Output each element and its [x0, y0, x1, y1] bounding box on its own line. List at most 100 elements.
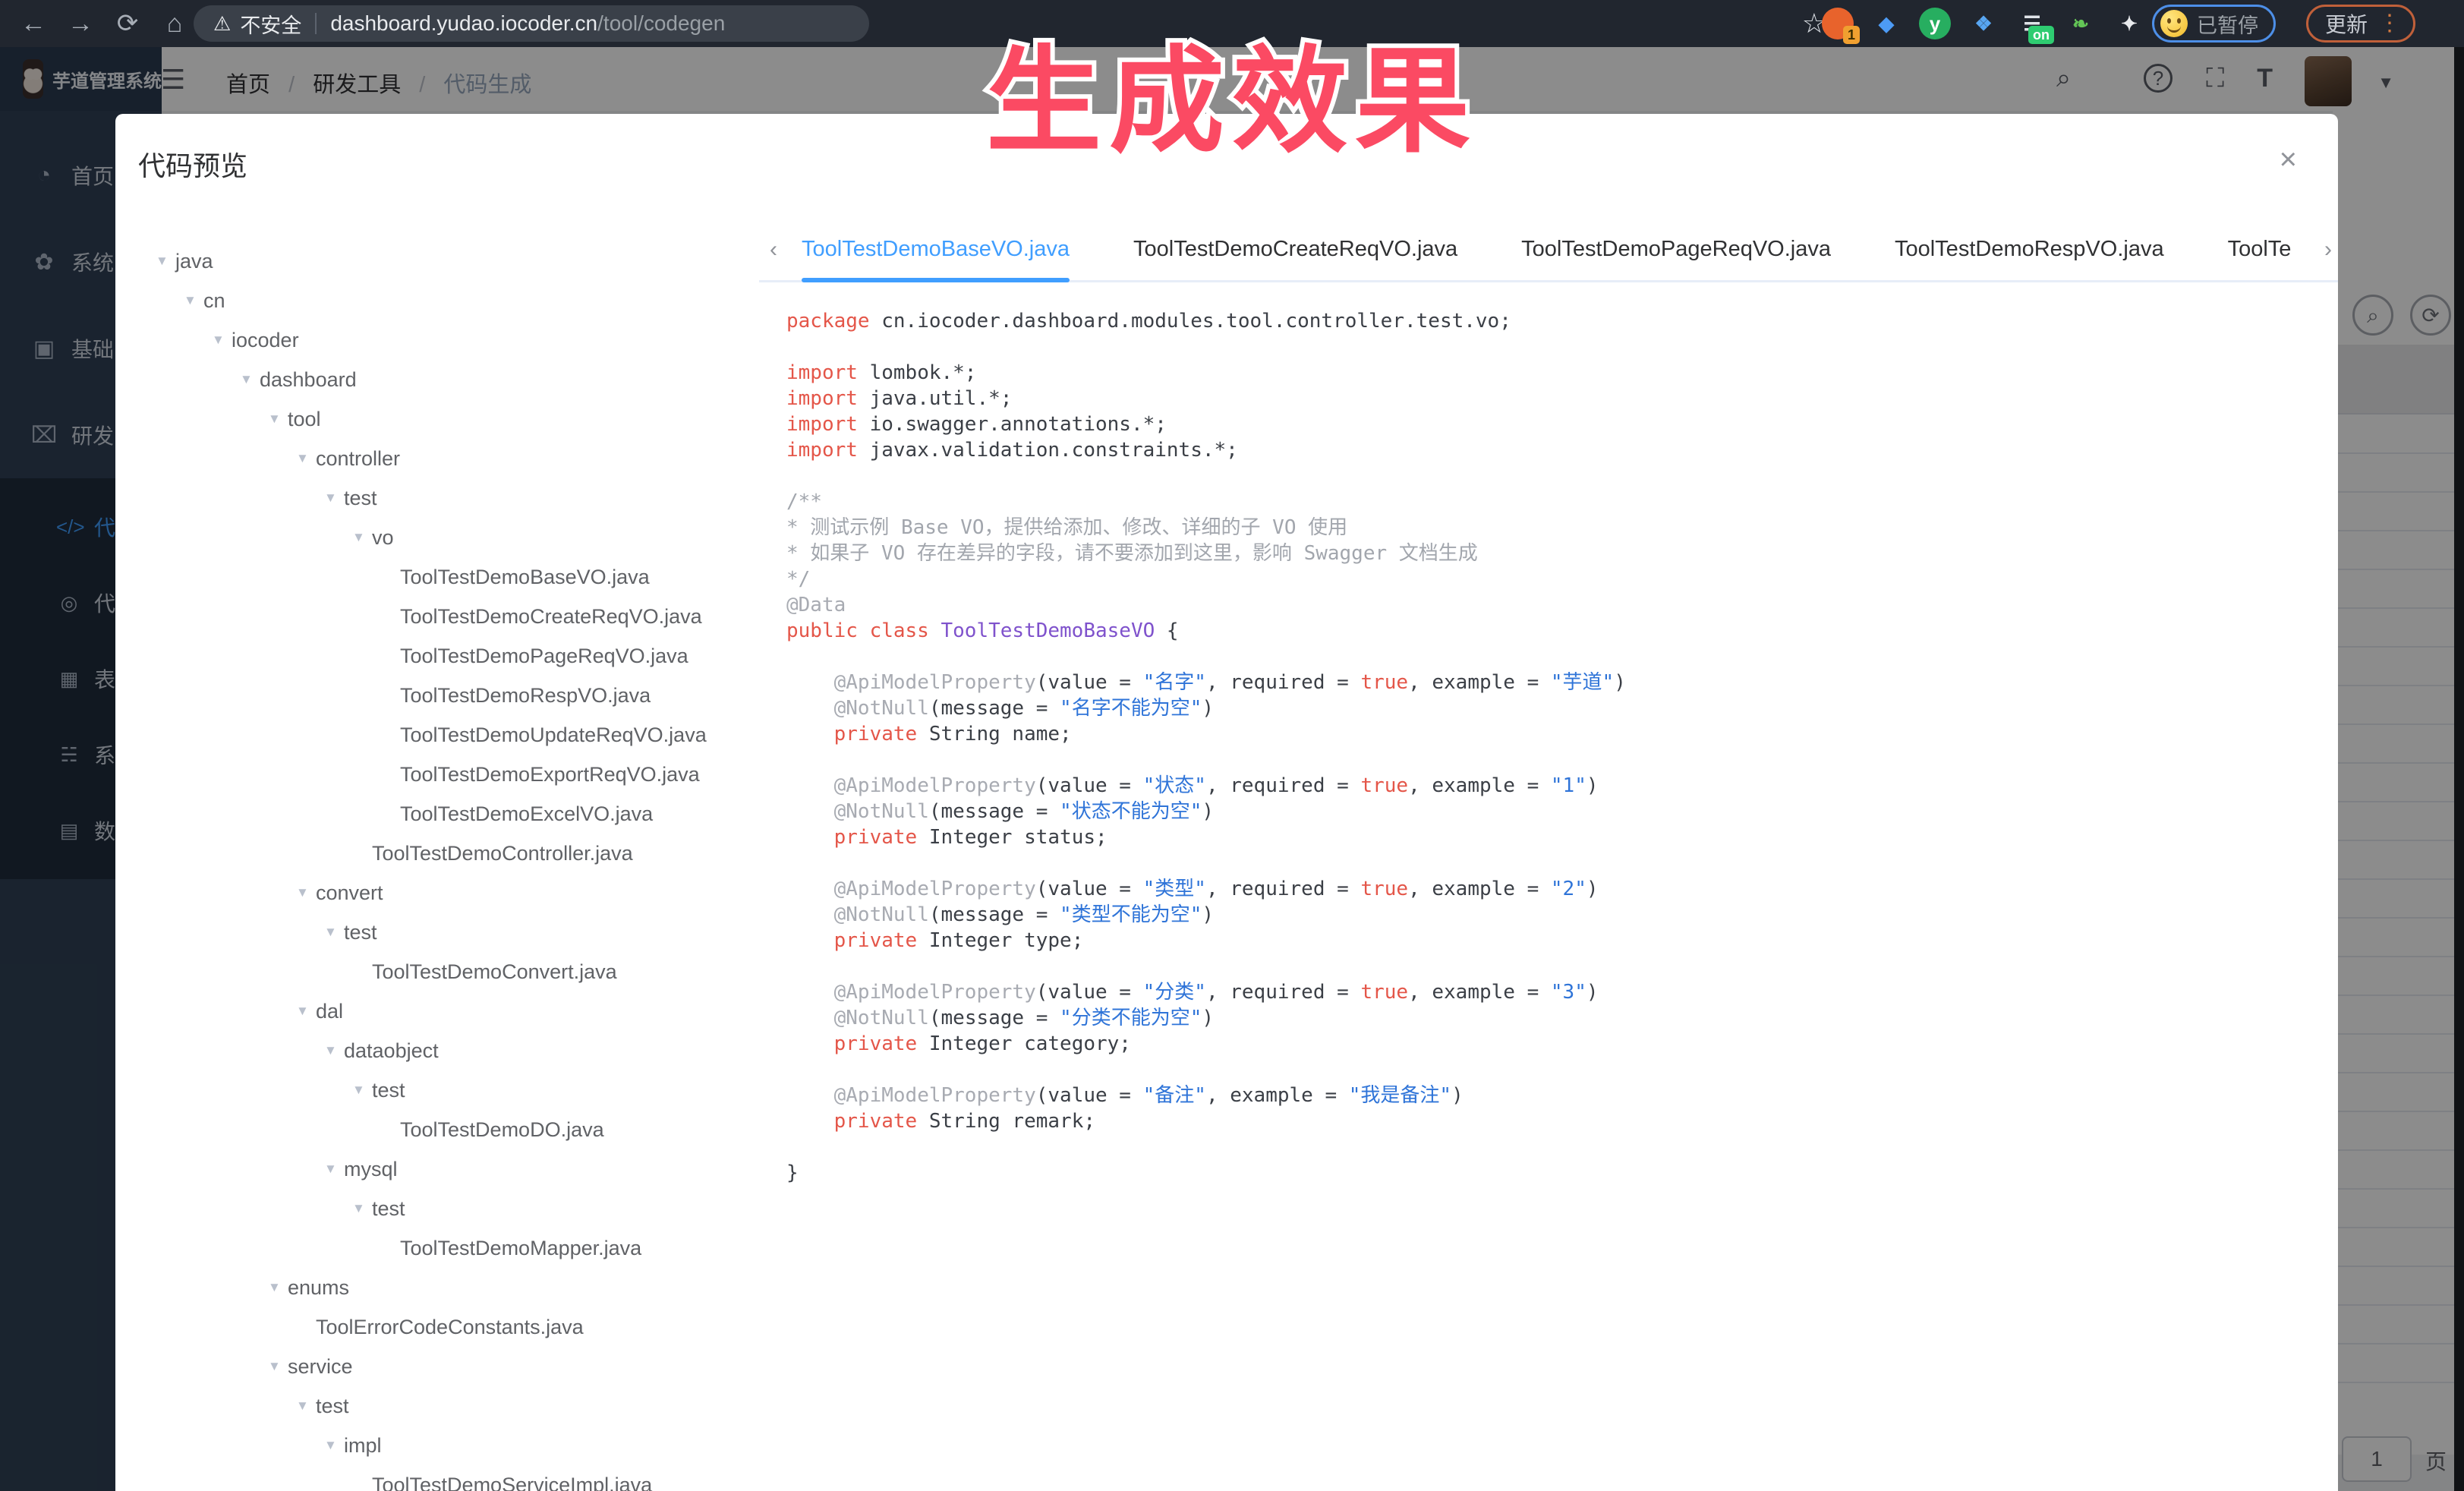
code-line: private String remark; [786, 1108, 2305, 1134]
tabs-scroll-left-icon[interactable]: ‹ [770, 237, 777, 263]
caret-down-icon[interactable]: ▼ [324, 1043, 344, 1058]
tree-folder[interactable]: ▼dataobject [115, 1031, 759, 1070]
tab-file-1[interactable]: ToolTestDemoCreateReqVO.java [1133, 219, 1457, 282]
caret-down-icon[interactable]: ▼ [324, 925, 344, 940]
tree-folder[interactable]: ▼service [115, 1347, 759, 1386]
caret-down-icon[interactable]: ▼ [352, 530, 372, 545]
diamond-grid-extension-icon[interactable]: ❖ [1968, 8, 1999, 39]
tree-file[interactable]: ToolTestDemoExportReqVO.java [115, 755, 759, 794]
tree-label: vo [372, 526, 394, 550]
tab-file-0[interactable]: ToolTestDemoBaseVO.java [802, 219, 1070, 282]
caret-down-icon[interactable]: ▼ [240, 372, 260, 387]
tree-folder[interactable]: ▼cn [115, 281, 759, 320]
reload-icon[interactable]: ⟳ [111, 8, 144, 39]
menu-dots-icon[interactable]: ⋮ [2378, 16, 2401, 31]
tree-folder[interactable]: ▼test [115, 478, 759, 518]
caret-down-icon[interactable]: ▼ [268, 1280, 288, 1295]
security-chip[interactable]: 不安全 [240, 9, 301, 39]
tree-file[interactable]: ToolTestDemoServiceImpl.java [115, 1465, 759, 1491]
close-icon[interactable]: × [2280, 143, 2297, 177]
home-icon[interactable]: ⌂ [158, 8, 191, 39]
tree-file[interactable]: ToolTestDemoPageReqVO.java [115, 636, 759, 676]
code-line: private Integer category; [786, 1031, 2305, 1057]
caret-down-icon[interactable]: ▼ [296, 885, 316, 900]
tree-folder[interactable]: ▼test [115, 913, 759, 952]
tree-file[interactable]: ToolTestDemoExcelVO.java [115, 794, 759, 834]
tree-folder[interactable]: ▼iocoder [115, 320, 759, 360]
tree-folder[interactable]: ▼tool [115, 399, 759, 439]
tab-file-3[interactable]: ToolTestDemoRespVO.java [1895, 219, 2164, 282]
paused-label: 已暂停 [2197, 9, 2258, 39]
code-block[interactable]: package cn.iocoder.dashboard.modules.too… [786, 308, 2305, 1186]
tree-file[interactable]: ToolTestDemoCreateReqVO.java [115, 597, 759, 636]
caret-down-icon[interactable]: ▼ [352, 1201, 372, 1216]
caret-down-icon[interactable]: ▼ [324, 1162, 344, 1177]
code-line: @NotNull(message = "类型不能为空") [786, 902, 2305, 928]
caret-down-icon[interactable]: ▼ [296, 1398, 316, 1414]
tree-file[interactable]: ToolTestDemoBaseVO.java [115, 557, 759, 597]
tree-folder[interactable]: ▼test [115, 1070, 759, 1110]
url-host: dashboard.yudao.iocoder.cn [330, 11, 597, 36]
tree-label: impl [344, 1434, 382, 1458]
tree-folder[interactable]: ▼test [115, 1189, 759, 1228]
tab-file-4[interactable]: ToolTe [2228, 219, 2292, 282]
tree-folder[interactable]: ▼enums [115, 1268, 759, 1307]
tree-folder[interactable]: ▼mysql [115, 1149, 759, 1189]
modal-title: 代码预览 [138, 144, 247, 184]
caret-down-icon[interactable]: ▼ [296, 451, 316, 466]
tab-file-2[interactable]: ToolTestDemoPageReqVO.java [1521, 219, 1831, 282]
extension-badge: on [2028, 26, 2054, 44]
tree-folder[interactable]: ▼impl [115, 1426, 759, 1465]
file-tabs-bar: ‹ › ToolTestDemoBaseVO.java ToolTestDemoC… [759, 219, 2338, 282]
forward-icon[interactable]: → [64, 8, 97, 39]
tree-file[interactable]: ToolErrorCodeConstants.java [115, 1307, 759, 1347]
caret-down-icon[interactable]: ▼ [296, 1004, 316, 1019]
tree-folder[interactable]: ▼dal [115, 991, 759, 1031]
tree-file[interactable]: ToolTestDemoConvert.java [115, 952, 759, 991]
tree-folder[interactable]: ▼convert [115, 873, 759, 913]
green-y-extension-icon[interactable]: y [1919, 8, 1951, 39]
tree-file[interactable]: ToolTestDemoRespVO.java [115, 676, 759, 715]
caret-down-icon[interactable]: ▼ [268, 1359, 288, 1374]
browser-bar: ← → ⟳ ⌂ ⚠ 不安全 dashboard.yudao.iocoder.cn… [0, 0, 2464, 47]
tree-file[interactable]: ToolTestDemoController.java [115, 834, 759, 873]
tree-folder[interactable]: ▼vo [115, 518, 759, 557]
warning-icon: ⚠ [213, 12, 231, 36]
puzzle-extension-icon[interactable]: ✦ [2113, 8, 2145, 39]
caret-down-icon[interactable]: ▼ [324, 1438, 344, 1453]
tree-file[interactable]: ToolTestDemoMapper.java [115, 1228, 759, 1268]
tree-folder[interactable]: ▼test [115, 1386, 759, 1426]
caret-down-icon[interactable]: ▼ [268, 411, 288, 427]
back-icon[interactable]: ← [17, 8, 50, 39]
code-line: import javax.validation.constraints.*; [786, 437, 2305, 463]
tree-label: enums [288, 1276, 349, 1300]
caret-down-icon[interactable]: ▼ [324, 490, 344, 506]
code-line: private Integer type; [786, 928, 2305, 954]
ubuntu-extension-icon[interactable]: 1 [1822, 8, 1854, 39]
drop-extension-icon[interactable]: ◆ [1870, 8, 1902, 39]
caret-down-icon[interactable]: ▼ [352, 1083, 372, 1098]
browser-update-button[interactable]: 更新 ⋮ [2306, 5, 2415, 43]
tree-label: ToolTestDemoDO.java [400, 1118, 604, 1142]
tree-folder[interactable]: ▼controller [115, 439, 759, 478]
tree-label: ToolTestDemoController.java [372, 842, 633, 865]
paused-extension-pill[interactable]: 已暂停 [2152, 5, 2276, 43]
url-path: /tool/codegen [597, 11, 725, 36]
caret-down-icon[interactable]: ▼ [212, 333, 232, 348]
tree-label: ToolErrorCodeConstants.java [316, 1316, 584, 1339]
tree-folder[interactable]: ▼dashboard [115, 360, 759, 399]
sprout-extension-icon[interactable]: ❧ [2065, 8, 2097, 39]
list-on-extension-icon[interactable]: ☰on [2016, 8, 2048, 39]
tabs-scroll-right-icon[interactable]: › [2324, 237, 2332, 263]
tree-file[interactable]: ToolTestDemoDO.java [115, 1110, 759, 1149]
tree-folder[interactable]: ▼java [115, 241, 759, 281]
code-line: @ApiModelProperty(value = "分类", required… [786, 979, 2305, 1005]
code-line: @ApiModelProperty(value = "状态", required… [786, 773, 2305, 799]
address-bar[interactable]: ⚠ 不安全 dashboard.yudao.iocoder.cn/tool/co… [194, 5, 869, 42]
caret-down-icon[interactable]: ▼ [156, 254, 175, 269]
file-tabs: ToolTestDemoBaseVO.java ToolTestDemoCreat… [802, 219, 2300, 282]
tree-file[interactable]: ToolTestDemoUpdateReqVO.java [115, 715, 759, 755]
caret-down-icon[interactable]: ▼ [184, 293, 203, 308]
tree-label: controller [316, 447, 400, 471]
code-line [786, 334, 2305, 360]
